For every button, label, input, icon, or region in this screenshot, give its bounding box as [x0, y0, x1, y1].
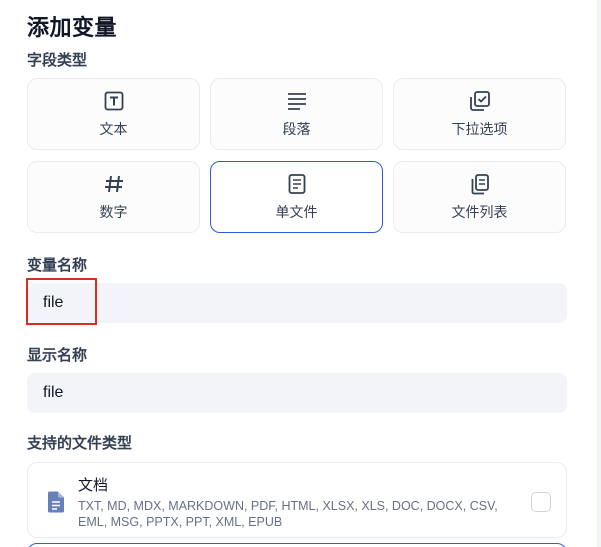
field-type-label: 字段类型: [27, 52, 88, 69]
file-type-checkbox[interactable]: [531, 492, 551, 512]
variable-name-label: 变量名称: [27, 257, 88, 274]
field-type-label-single-file: 单文件: [275, 203, 318, 220]
field-type-number[interactable]: 数字: [27, 161, 200, 233]
field-type-single-file[interactable]: 单文件: [210, 161, 383, 233]
display-name-label: 显示名称: [27, 347, 88, 364]
display-name-input[interactable]: file: [27, 373, 567, 413]
file-type-extensions: TXT, MD, MDX, MARKDOWN, PDF, HTML, XLSX,…: [78, 499, 498, 529]
highlight-box: [26, 278, 97, 325]
field-type-paragraph[interactable]: 段落: [210, 78, 383, 150]
paragraph-icon: [286, 90, 308, 112]
field-type-label-number: 数字: [99, 203, 128, 220]
file-types-label: 支持的文件类型: [27, 435, 133, 452]
field-type-text[interactable]: 文本: [27, 78, 200, 150]
document-icon: [46, 491, 66, 518]
field-type-select[interactable]: 下拉选项: [393, 78, 566, 150]
field-type-label-file-list: 文件列表: [451, 203, 508, 220]
variable-name-input[interactable]: file: [27, 283, 567, 323]
select-icon: [469, 90, 491, 112]
field-type-label-text: 文本: [99, 120, 128, 137]
scrollbar[interactable]: [597, 0, 601, 547]
file-type-name: 文档: [78, 477, 109, 494]
field-type-label-select: 下拉选项: [451, 120, 508, 137]
field-type-label-paragraph: 段落: [282, 120, 311, 137]
file-icon: [286, 173, 308, 195]
file-list-icon: [469, 173, 491, 195]
text-icon: [103, 90, 125, 112]
hash-icon: [103, 173, 125, 195]
file-type-next-card[interactable]: [27, 543, 567, 547]
field-type-file-list[interactable]: 文件列表: [393, 161, 566, 233]
dialog-title: 添加变量: [27, 15, 118, 40]
file-type-document[interactable]: 文档 TXT, MD, MDX, MARKDOWN, PDF, HTML, XL…: [27, 462, 567, 538]
